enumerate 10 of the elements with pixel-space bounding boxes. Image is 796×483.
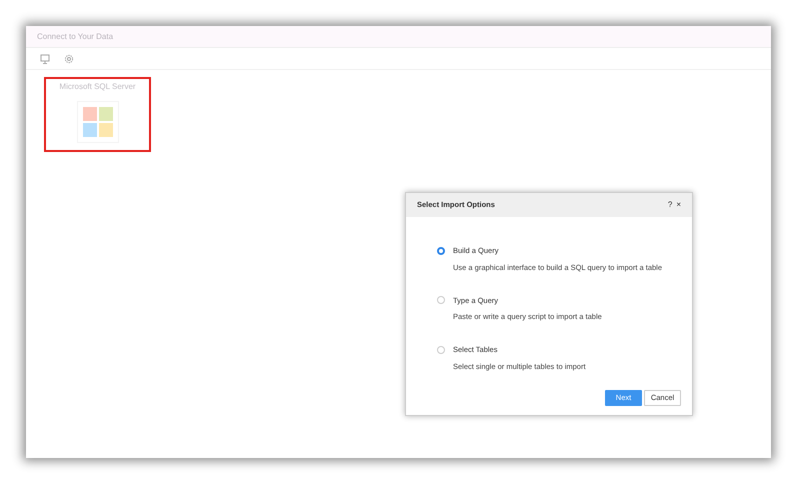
windows-logo-icon	[82, 107, 112, 137]
source-label: Microsoft SQL Server	[59, 81, 136, 93]
radio-button[interactable]	[437, 346, 445, 354]
radio-button[interactable]	[437, 247, 445, 255]
close-button[interactable]: ×	[676, 201, 681, 209]
window-title: Connect to Your Data	[37, 30, 114, 42]
monitor-icon[interactable]	[40, 54, 50, 64]
settings-icon[interactable]	[64, 54, 74, 64]
help-button[interactable]: ?	[668, 201, 672, 209]
radio-button[interactable]	[437, 296, 445, 304]
